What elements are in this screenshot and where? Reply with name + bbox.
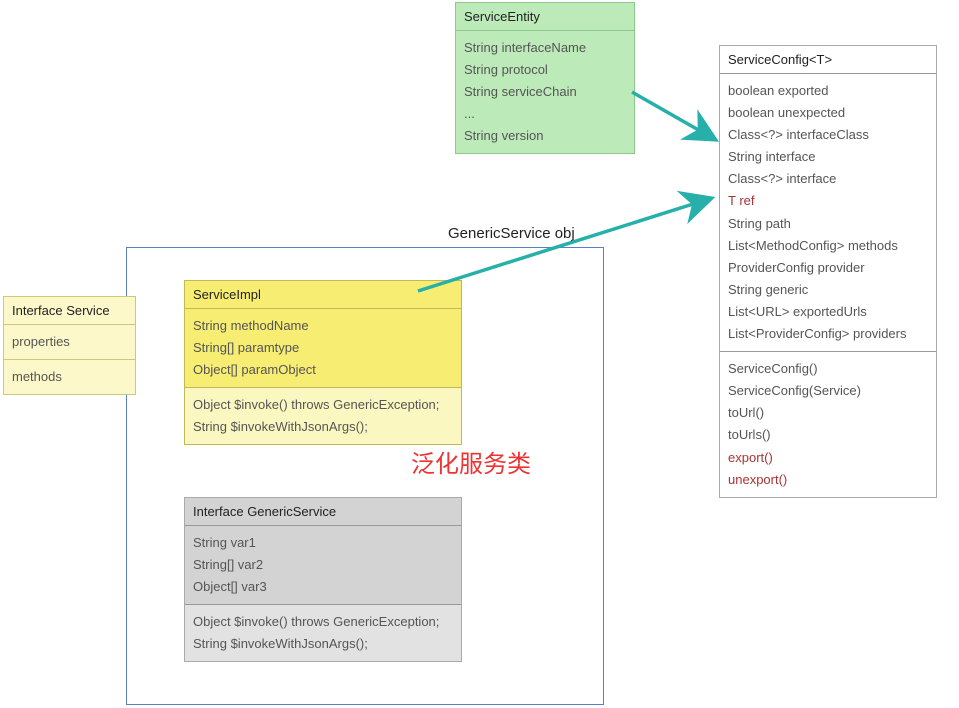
- field-line: String methodName: [193, 315, 453, 337]
- field-line: String protocol: [464, 59, 626, 81]
- field-line: List<MethodConfig> methods: [728, 235, 928, 257]
- generic-service-fields: String var1String[] var2Object[] var3: [185, 526, 461, 605]
- field-line: String interface: [728, 146, 928, 168]
- service-impl-box: ServiceImpl String methodNameString[] pa…: [184, 280, 462, 445]
- field-line: String[] var2: [193, 554, 453, 576]
- field-line: unexport(): [728, 469, 928, 491]
- service-impl-fields: String methodNameString[] paramtypeObjec…: [185, 309, 461, 388]
- field-line: ProviderConfig provider: [728, 257, 928, 279]
- field-line: Class<?> interfaceClass: [728, 124, 928, 146]
- interface-service-row1: properties: [4, 325, 135, 360]
- field-line: export(): [728, 447, 928, 469]
- field-line: String generic: [728, 279, 928, 301]
- interface-service-box: Interface Service properties methods: [3, 296, 136, 395]
- field-line: String serviceChain: [464, 81, 626, 103]
- chinese-label: 泛化服务类: [411, 444, 531, 479]
- generic-service-box: Interface GenericService String var1Stri…: [184, 497, 462, 662]
- generic-service-title: Interface GenericService: [185, 498, 461, 526]
- field-line: String path: [728, 213, 928, 235]
- field-line: ServiceConfig(): [728, 358, 928, 380]
- service-config-title: ServiceConfig<T>: [720, 46, 936, 74]
- field-line: Object $invoke() throws GenericException…: [193, 394, 453, 416]
- service-entity-box: ServiceEntity String interfaceNameString…: [455, 2, 635, 154]
- field-line: String $invokeWithJsonArgs();: [193, 633, 453, 655]
- service-impl-title: ServiceImpl: [185, 281, 461, 309]
- field-line: String[] paramtype: [193, 337, 453, 359]
- interface-service-title: Interface Service: [4, 297, 135, 325]
- field-line: boolean exported: [728, 80, 928, 102]
- field-line: String version: [464, 125, 626, 147]
- field-line: toUrl(): [728, 402, 928, 424]
- field-line: String var1: [193, 532, 453, 554]
- field-line: String interfaceName: [464, 37, 626, 59]
- field-line: boolean unexpected: [728, 102, 928, 124]
- generic-obj-label: GenericService obj: [448, 225, 575, 242]
- field-line: Object[] paramObject: [193, 359, 453, 381]
- field-line: Object $invoke() throws GenericException…: [193, 611, 453, 633]
- generic-service-methods: Object $invoke() throws GenericException…: [185, 605, 461, 661]
- arrow-entity-to-config: [632, 92, 716, 140]
- interface-service-row2: methods: [4, 360, 135, 394]
- service-config-methods: ServiceConfig()ServiceConfig(Service)toU…: [720, 352, 936, 497]
- field-line: ServiceConfig(Service): [728, 380, 928, 402]
- field-line: Object[] var3: [193, 576, 453, 598]
- field-line: toUrls(): [728, 424, 928, 446]
- field-line: List<URL> exportedUrls: [728, 301, 928, 323]
- service-config-fields: boolean exportedboolean unexpectedClass<…: [720, 74, 936, 352]
- field-line: List<ProviderConfig> providers: [728, 323, 928, 345]
- service-impl-methods: Object $invoke() throws GenericException…: [185, 388, 461, 444]
- field-line: Class<?> interface: [728, 168, 928, 190]
- service-config-box: ServiceConfig<T> boolean exportedboolean…: [719, 45, 937, 498]
- field-line: T ref: [728, 190, 928, 212]
- service-entity-fields: String interfaceNameString protocolStrin…: [456, 31, 634, 153]
- field-line: String $invokeWithJsonArgs();: [193, 416, 453, 438]
- service-entity-title: ServiceEntity: [456, 3, 634, 31]
- field-line: ...: [464, 103, 626, 125]
